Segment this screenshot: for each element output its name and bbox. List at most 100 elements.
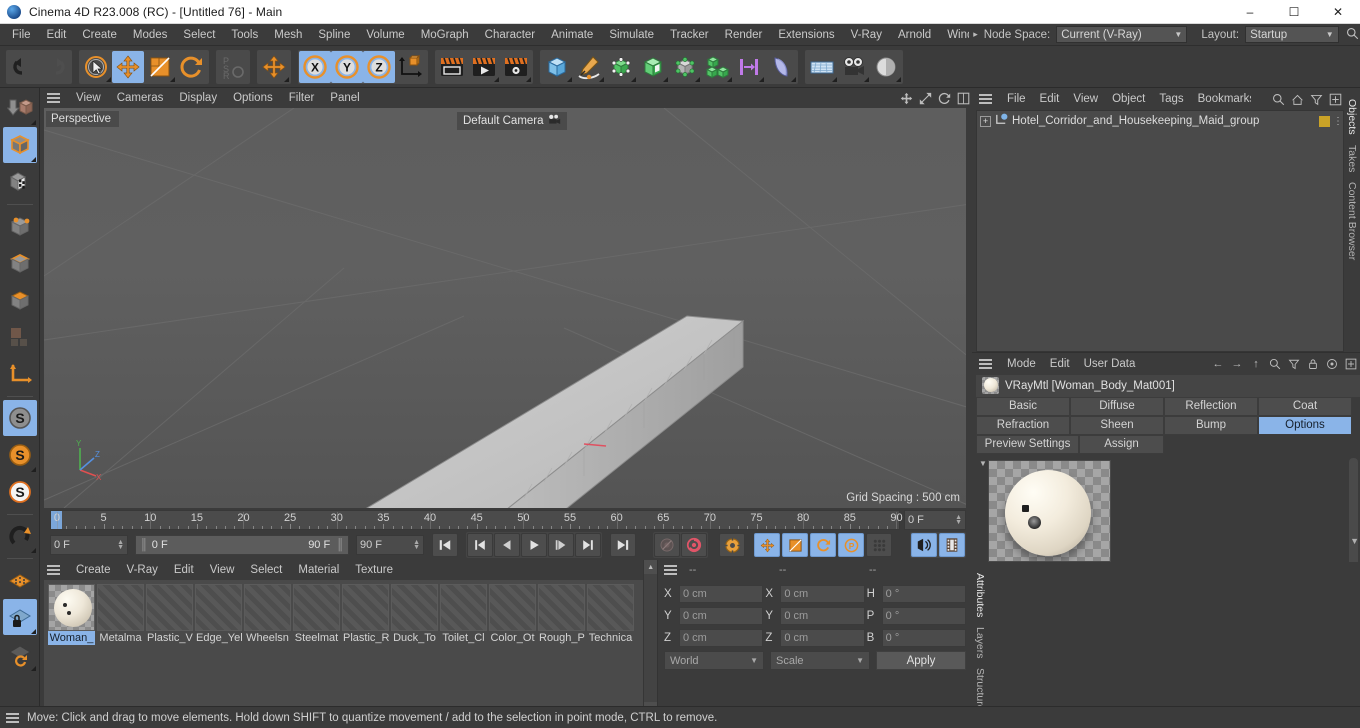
timeline-current-frame-field[interactable]: 0 F ▲ ▼	[904, 510, 966, 530]
tab-attributes[interactable]: Attributes	[973, 568, 987, 622]
position-y-field[interactable]: 0 cm	[679, 607, 764, 625]
object-menu-tags[interactable]: Tags	[1152, 91, 1190, 107]
menu-tools[interactable]: Tools	[223, 26, 266, 44]
x-axis-lock-button[interactable]: X	[299, 50, 331, 83]
material-label[interactable]: Plastic_V	[146, 631, 193, 645]
rotate-tool[interactable]	[176, 51, 208, 83]
tab-options[interactable]: Options	[1258, 415, 1352, 435]
world-object-coordinate-button[interactable]	[395, 51, 427, 83]
timeline-ruler[interactable]: 0 5 10 15 20 25 30 35 40 45 50 55 60 65 70 75 80 85 90	[50, 510, 903, 530]
size-z-field[interactable]: 0 cm	[780, 629, 865, 647]
material-item[interactable]: Metalma	[97, 584, 144, 645]
material-item[interactable]: Wheelsn	[244, 584, 291, 645]
collapse-chevron-icon[interactable]: ▼	[979, 459, 987, 468]
tab-bump[interactable]: Bump	[1164, 415, 1258, 435]
z-axis-lock-button[interactable]: Z	[363, 50, 395, 83]
material-menu-view[interactable]: View	[202, 562, 243, 578]
nurbs-generator-button[interactable]	[605, 51, 637, 83]
field-object-button[interactable]	[765, 51, 797, 83]
viewport-menu-cameras[interactable]: Cameras	[109, 90, 172, 106]
object-row[interactable]: + Hotel_Corridor_and_Housekeeping_Maid_g…	[977, 111, 1343, 131]
material-preview[interactable]	[988, 459, 1111, 562]
material-label[interactable]: Color_Ot	[489, 631, 536, 645]
attribute-hamburger-icon[interactable]	[979, 358, 992, 369]
material-label[interactable]: Duck_To	[391, 631, 438, 645]
object-menu-view[interactable]: View	[1066, 91, 1105, 107]
coordinates-hamburger-icon[interactable]	[664, 565, 677, 575]
object-axis-mode-button[interactable]	[3, 356, 37, 392]
point-mode-button[interactable]	[3, 208, 37, 244]
scroll-up-icon[interactable]: ▲	[644, 560, 657, 574]
edge-mode-button[interactable]	[3, 245, 37, 281]
render-settings-button[interactable]	[500, 51, 532, 83]
material-label[interactable]: Rough_P	[538, 631, 585, 645]
menu-character[interactable]: Character	[477, 26, 544, 44]
viewport-hamburger-icon[interactable]	[47, 93, 60, 103]
record-active-button[interactable]	[681, 533, 707, 557]
menu-vray[interactable]: V-Ray	[843, 26, 890, 44]
viewport-move-icon[interactable]	[899, 91, 913, 105]
attribute-menu-mode[interactable]: Mode	[1000, 356, 1043, 372]
viewport-camera-label[interactable]: Default Camera	[457, 112, 567, 130]
rotation-b-field[interactable]: 0 °	[881, 629, 966, 647]
viewport-3d[interactable]: Perspective Default Camera Grid Spacing …	[44, 108, 966, 508]
material-thumbnail[interactable]	[440, 584, 487, 631]
object-menu-file[interactable]: File	[1000, 91, 1033, 107]
viewport-scale-icon[interactable]	[918, 91, 932, 105]
redo-button[interactable]	[39, 51, 71, 83]
material-label[interactable]: Technica	[587, 631, 634, 645]
viewport-menu-view[interactable]: View	[68, 90, 109, 106]
material-item[interactable]: Woman_	[48, 584, 95, 645]
key-parameter-button[interactable]: P	[838, 533, 864, 557]
spinner-icon[interactable]: ▲ ▼	[117, 539, 124, 551]
material-menu-material[interactable]: Material	[290, 562, 347, 578]
make-editable-button[interactable]	[3, 90, 37, 126]
camera-button[interactable]	[838, 51, 870, 83]
material-label[interactable]: Wheelsn	[244, 631, 291, 645]
autokey-disabled-button[interactable]	[654, 533, 680, 557]
size-x-field[interactable]: 0 cm	[780, 585, 865, 603]
menu-window[interactable]: Wind	[939, 26, 969, 44]
mograph-cloner-button[interactable]	[701, 51, 733, 83]
timeline-filmstrip-button[interactable]	[939, 533, 965, 557]
material-label[interactable]: Edge_Yel	[195, 631, 242, 645]
go-to-start-button[interactable]	[432, 533, 458, 557]
go-to-next-key-button[interactable]	[575, 533, 601, 557]
move-world-tool[interactable]	[258, 51, 290, 83]
polygon-mode-button[interactable]	[3, 282, 37, 318]
menu-file[interactable]: File	[4, 26, 39, 44]
attribute-scrollbar[interactable]	[1349, 457, 1358, 562]
material-scrollbar[interactable]: ▲ ▼	[643, 560, 657, 716]
material-thumbnail[interactable]	[146, 584, 193, 631]
menu-overflow-chevron-icon[interactable]: ▸	[969, 29, 982, 40]
menu-tracker[interactable]: Tracker	[662, 26, 717, 44]
play-button[interactable]	[521, 533, 547, 557]
magnet-tool-button[interactable]	[3, 518, 37, 554]
tab-content-browser[interactable]: Content Browser	[1345, 177, 1359, 265]
light-button[interactable]	[870, 51, 902, 83]
menu-create[interactable]: Create	[74, 26, 125, 44]
attribute-menu-edit[interactable]: Edit	[1043, 356, 1077, 372]
tab-diffuse[interactable]: Diffuse	[1070, 396, 1164, 416]
material-item[interactable]: Plastic_R	[342, 584, 389, 645]
object-visibility-dots[interactable]: ⋮	[1333, 116, 1343, 127]
material-item[interactable]: Toilet_Cl	[440, 584, 487, 645]
coordinate-mode-select[interactable]: Scale ▼	[770, 651, 870, 670]
material-thumbnail[interactable]	[244, 584, 291, 631]
object-menu-bookmarks[interactable]: Bookmarks	[1191, 91, 1251, 107]
material-item[interactable]: Duck_To	[391, 584, 438, 645]
mograph-effector-button[interactable]	[733, 51, 765, 83]
home-icon[interactable]	[1290, 92, 1304, 106]
key-scale-button[interactable]	[782, 533, 808, 557]
object-menu-edit[interactable]: Edit	[1033, 91, 1067, 107]
menu-arnold[interactable]: Arnold	[890, 26, 939, 44]
node-space-select[interactable]: Current (V-Ray) ▼	[1056, 26, 1188, 43]
material-item[interactable]: Steelmat	[293, 584, 340, 645]
viewport-menu-display[interactable]: Display	[171, 90, 225, 106]
object-menu-object[interactable]: Object	[1105, 91, 1152, 107]
menu-mesh[interactable]: Mesh	[266, 26, 310, 44]
material-thumbnail[interactable]	[489, 584, 536, 631]
menu-edit[interactable]: Edit	[39, 26, 75, 44]
render-view-button[interactable]	[436, 51, 468, 83]
material-thumbnail[interactable]	[342, 584, 389, 631]
